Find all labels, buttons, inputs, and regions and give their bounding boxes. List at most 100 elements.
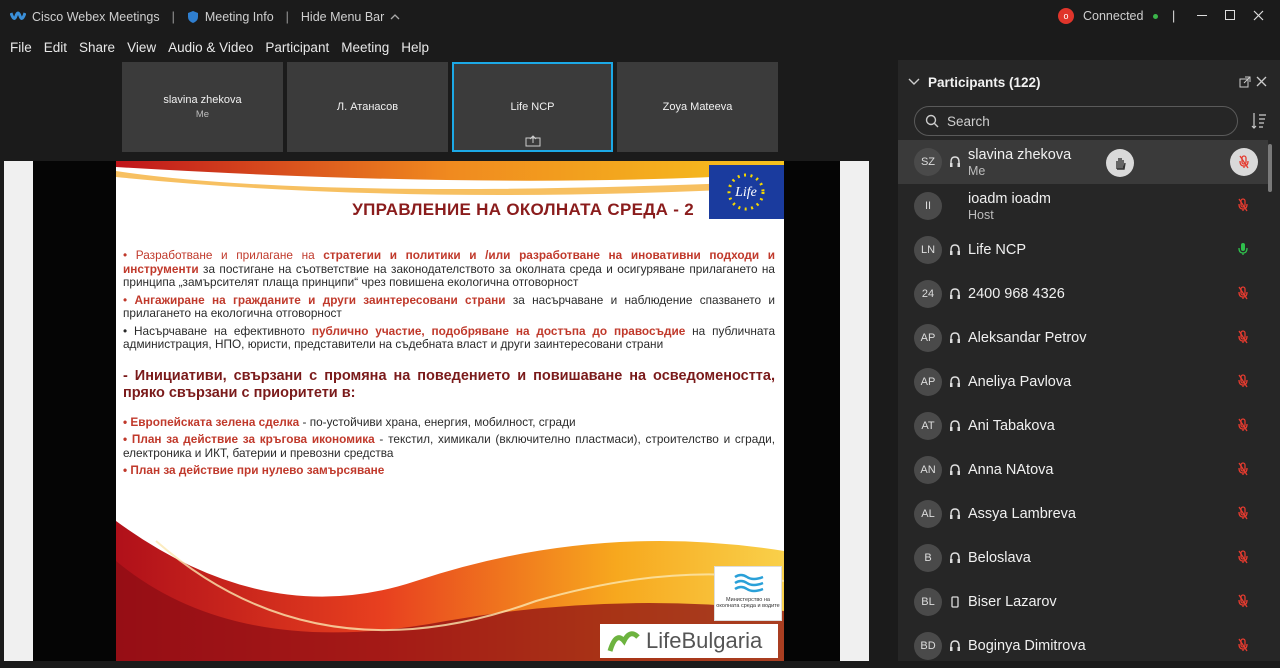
headset-icon — [948, 288, 962, 300]
headset-icon — [948, 420, 962, 432]
headset-icon — [948, 552, 962, 564]
participants-scrollbar[interactable] — [1268, 144, 1272, 192]
video-thumb-active-speaker[interactable]: Life NCP — [452, 62, 613, 152]
hide-menu-bar-button[interactable]: Hide Menu Bar — [301, 10, 400, 24]
avatar: LN — [914, 236, 942, 264]
search-icon — [925, 114, 939, 128]
muted-mic-icon[interactable] — [1238, 550, 1248, 569]
avatar: AT — [914, 412, 942, 440]
pop-out-icon[interactable] — [1239, 76, 1251, 88]
meeting-info-button[interactable]: Meeting Info — [187, 10, 274, 24]
avatar: II — [914, 192, 942, 220]
chevron-up-icon — [390, 14, 400, 20]
participant-row[interactable]: BL Biser Lazarov — [898, 580, 1268, 624]
muted-mic-icon[interactable] — [1238, 462, 1248, 481]
video-thumb[interactable]: Zoya Mateeva — [617, 62, 778, 152]
video-thumbnails: slavina zhekova Me Л. Атанасов Life NCP … — [122, 62, 778, 152]
participant-row[interactable]: 24 2400 968 4326 — [898, 272, 1268, 316]
participant-row[interactable]: AL Assya Lambreva — [898, 492, 1268, 536]
participant-row[interactable]: AP Aneliya Pavlova — [898, 360, 1268, 404]
connection-status[interactable]: o Connected — [1058, 8, 1159, 24]
participant-row[interactable]: AT Ani Tabakova — [898, 404, 1268, 448]
avatar: B — [914, 544, 942, 572]
avatar: 24 — [914, 280, 942, 308]
chevron-down-icon[interactable] — [908, 78, 920, 86]
video-thumb[interactable]: slavina zhekova Me — [122, 62, 283, 152]
slide-paragraph: • Разработване и прилагане на стратегии … — [123, 248, 776, 289]
muted-mic-icon[interactable] — [1238, 418, 1248, 437]
slide-lead: - Инициативи, свързани с промяна на пове… — [123, 367, 775, 401]
divider: | — [1172, 9, 1176, 23]
menu-file[interactable]: File — [10, 40, 32, 55]
slide-bullet: • Европейската зелена сделка - по-устойч… — [123, 414, 576, 429]
close-panel-icon[interactable] — [1256, 76, 1267, 87]
muted-mic-button[interactable] — [1230, 148, 1258, 176]
menu-help[interactable]: Help — [401, 40, 429, 55]
lifebulgaria-logo: LifeBulgaria — [600, 624, 778, 658]
webex-logo-icon — [10, 11, 26, 20]
avatar: AP — [914, 324, 942, 352]
record-icon: o — [1058, 8, 1074, 24]
menu-meeting[interactable]: Meeting — [341, 40, 389, 55]
headset-icon — [948, 508, 962, 520]
headset-icon — [948, 244, 962, 256]
muted-mic-icon[interactable] — [1238, 330, 1248, 349]
active-mic-icon[interactable] — [1238, 242, 1248, 261]
participants-header: Participants (122) — [898, 60, 1280, 104]
muted-mic-icon[interactable] — [1238, 198, 1248, 217]
menu-bar: File Edit Share View Audio & Video Parti… — [0, 34, 1280, 60]
muted-mic-icon[interactable] — [1238, 286, 1248, 305]
headset-icon — [948, 156, 962, 168]
avatar: AL — [914, 500, 942, 528]
video-thumb[interactable]: Л. Атанасов — [287, 62, 448, 152]
slide-title: УПРАВЛЕНИЕ НА ОКОЛНАТА СРЕДА - 2 — [352, 200, 694, 219]
app-title: Cisco Webex Meetings — [10, 10, 160, 24]
menu-share[interactable]: Share — [79, 40, 115, 55]
shared-slide: Life УПРАВЛЕНИЕ НА ОКОЛНАТА СРЕДА - 2 • … — [116, 161, 784, 661]
avatar: BD — [914, 632, 942, 660]
muted-mic-icon[interactable] — [1238, 506, 1248, 525]
search-input[interactable]: Search — [914, 106, 1238, 136]
muted-mic-icon[interactable] — [1238, 594, 1248, 613]
close-icon[interactable] — [1253, 10, 1264, 21]
headset-icon — [948, 332, 962, 344]
avatar: SZ — [914, 148, 942, 176]
avatar: BL — [914, 588, 942, 616]
slide-paragraph: • Насърчаване на ефективното публично уч… — [123, 323, 776, 351]
eu-life-logo: Life — [709, 165, 784, 219]
raise-hand-icon[interactable] — [1106, 149, 1134, 177]
menu-view[interactable]: View — [127, 40, 156, 55]
participant-row[interactable]: BD Boginya Dimitrova — [898, 624, 1268, 668]
headset-icon — [948, 464, 962, 476]
menu-edit[interactable]: Edit — [44, 40, 67, 55]
headset-icon — [948, 376, 962, 388]
menu-participant[interactable]: Participant — [265, 40, 329, 55]
muted-mic-icon[interactable] — [1238, 374, 1248, 393]
slide-body: • Разработване и прилагане на стратегии … — [123, 248, 776, 482]
avatar: AP — [914, 368, 942, 396]
participant-row[interactable]: AN Anna NAtova — [898, 448, 1268, 492]
participant-row[interactable]: LN Life NCP — [898, 228, 1268, 272]
maximize-icon[interactable] — [1225, 10, 1235, 20]
slide-bullet: • План за действие за кръгова икономика … — [123, 432, 776, 460]
slide-bullet: • План за действие при нулево замърсяван… — [123, 463, 385, 477]
muted-mic-icon[interactable] — [1238, 638, 1248, 657]
participant-row[interactable]: SZ slavina zhekova Me — [898, 140, 1268, 184]
minimize-icon[interactable] — [1197, 15, 1207, 16]
participant-row[interactable]: AP Aleksandar Petrov — [898, 316, 1268, 360]
participants-panel: Participants (122) Search SZ slavina zhe… — [898, 60, 1280, 661]
svg-text:Life: Life — [734, 185, 757, 200]
phone-icon — [948, 596, 962, 608]
shield-icon — [187, 11, 198, 23]
participant-row[interactable]: B Beloslava — [898, 536, 1268, 580]
ministry-logo: Министерство на околната среда и водите — [714, 566, 782, 621]
slide-paragraph: • Ангажиране на гражданите и други заинт… — [123, 292, 775, 320]
participant-row[interactable]: II ioadm ioadm Host — [898, 184, 1268, 228]
headset-icon — [948, 640, 962, 652]
sort-icon[interactable] — [1251, 112, 1267, 130]
menu-audio-video[interactable]: Audio & Video — [168, 40, 253, 55]
participant-list: SZ slavina zhekova Me II ioadm ioadm Host … — [898, 140, 1268, 668]
window-titlebar: Cisco Webex Meetings | Meeting Info | Hi… — [0, 0, 1280, 34]
avatar: AN — [914, 456, 942, 484]
share-screen-icon — [525, 135, 540, 147]
